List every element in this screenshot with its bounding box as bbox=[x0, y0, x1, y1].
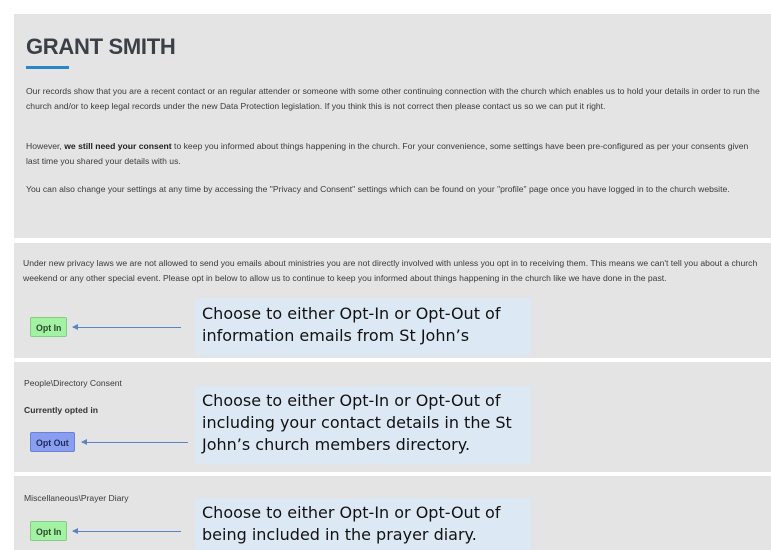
consent-paragraph-prefix: However, bbox=[26, 141, 65, 151]
directory-section-label: People\Directory Consent bbox=[24, 378, 122, 388]
arrow-left-icon bbox=[72, 324, 181, 330]
title-underline bbox=[26, 66, 69, 69]
page-title: GRANT SMITH bbox=[26, 34, 176, 59]
prayer-section-label: Miscellaneous\Prayer Diary bbox=[24, 493, 129, 503]
email-consent-panel: Under new privacy laws we are not allowe… bbox=[14, 243, 771, 358]
prayer-opt-in-button[interactable]: Opt In bbox=[30, 521, 68, 541]
directory-consent-panel: People\Directory Consent Currently opted… bbox=[14, 362, 771, 472]
email-opt-in-button[interactable]: Opt In bbox=[30, 317, 68, 337]
arrow-left-icon bbox=[72, 528, 181, 534]
prayer-callout: Choose to either Opt-In or Opt-Out of be… bbox=[195, 498, 531, 550]
consent-intro-panel: GRANT SMITH Our records show that you ar… bbox=[14, 14, 771, 238]
directory-status: Currently opted in bbox=[24, 405, 99, 415]
arrow-left-icon bbox=[81, 439, 188, 445]
consent-paragraph-bold: we still need your consent bbox=[64, 141, 172, 151]
intro-paragraph: Our records show that you are a recent c… bbox=[26, 86, 760, 111]
consent-paragraph: However, we still need your consent to k… bbox=[26, 139, 764, 168]
prayer-diary-panel: Miscellaneous\Prayer Diary Opt In Choose… bbox=[14, 476, 771, 550]
settings-paragraph: You can also change your settings at any… bbox=[26, 184, 730, 194]
email-consent-text: Under new privacy laws we are not allowe… bbox=[23, 258, 758, 283]
directory-callout: Choose to either Opt-In or Opt-Out of in… bbox=[195, 386, 531, 464]
directory-opt-out-button[interactable]: Opt Out bbox=[30, 432, 75, 452]
email-callout: Choose to either Opt-In or Opt-Out of in… bbox=[195, 299, 531, 355]
